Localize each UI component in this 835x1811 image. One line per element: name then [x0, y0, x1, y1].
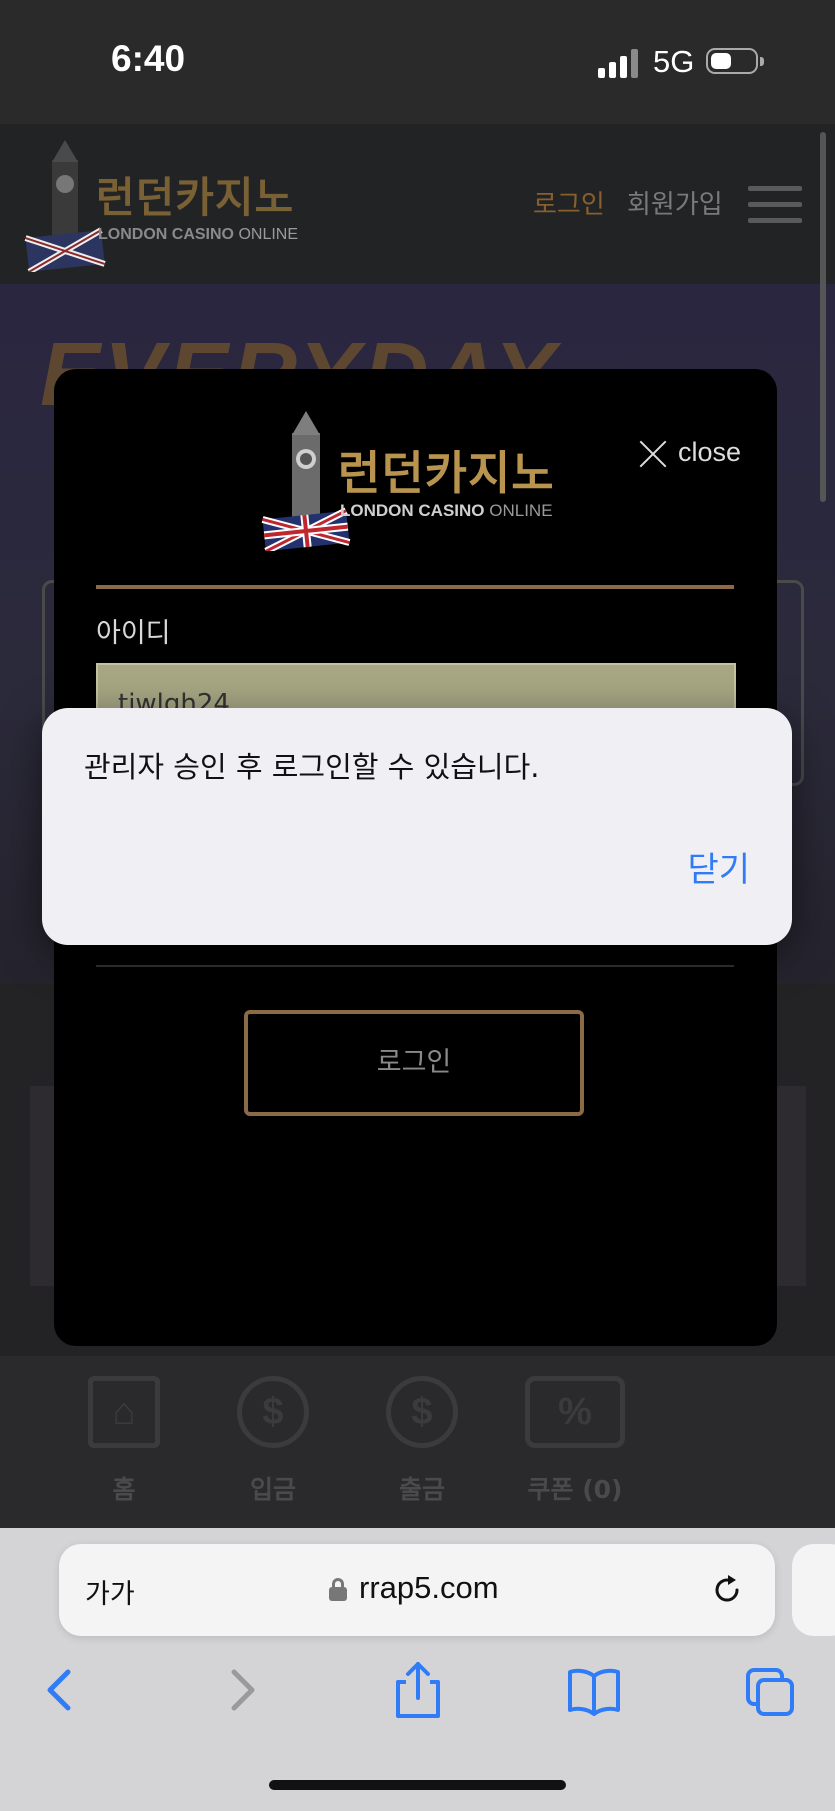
withdraw-icon: $	[386, 1376, 458, 1448]
lock-icon	[329, 1578, 347, 1601]
modal-logo-english-bold: LONDON CASINO	[340, 501, 485, 520]
alert-close-button[interactable]: 닫기	[687, 842, 750, 891]
bottom-nav-home[interactable]: ⌂ 홈	[64, 1376, 184, 1506]
site-logo-english-light: ONLINE	[238, 226, 299, 243]
address-domain[interactable]: rrap5.com	[359, 1570, 499, 1606]
header-signup-link[interactable]: 회원가입	[627, 184, 723, 221]
home-icon: ⌂	[88, 1376, 160, 1448]
bottom-nav-label: 입금	[249, 1475, 296, 1504]
next-tab-peek[interactable]	[792, 1544, 835, 1636]
coupon-icon: %	[525, 1376, 625, 1448]
address-bar[interactable]: 가가 rrap5.com	[59, 1544, 775, 1636]
alert-message: 관리자 승인 후 로그인할 수 있습니다.	[84, 750, 540, 784]
site-logo-english: LONDON CASINO ONLINE	[98, 226, 298, 244]
bottom-nav-withdraw[interactable]: $ 출금	[362, 1376, 482, 1506]
tabs-icon[interactable]	[744, 1660, 796, 1720]
status-bar: 6:40 5G	[0, 0, 835, 124]
status-time: 6:40	[111, 38, 186, 79]
form-divider	[96, 965, 734, 967]
id-label: 아이디	[96, 618, 171, 649]
deposit-icon: $	[237, 1376, 309, 1448]
modal-logo: 런던카지노 LONDON CASINO ONLINE	[258, 411, 578, 551]
home-indicator[interactable]	[269, 1780, 566, 1790]
modal-close-label: close	[678, 437, 742, 467]
bottom-nav-coupon[interactable]: % 쿠폰 (0)	[505, 1376, 645, 1506]
modal-logo-english: LONDON CASINO ONLINE	[340, 501, 553, 521]
modal-close-button[interactable]: close	[638, 435, 758, 475]
back-icon[interactable]	[42, 1660, 78, 1720]
reload-icon[interactable]	[711, 1574, 743, 1606]
modal-logo-english-light: ONLINE	[489, 501, 553, 520]
battery-icon	[706, 48, 764, 74]
forward-icon[interactable]	[224, 1660, 260, 1720]
close-icon	[638, 439, 668, 469]
bookmarks-icon[interactable]	[566, 1660, 622, 1720]
network-type: 5G	[653, 44, 695, 79]
site-header: 런던카지노 LONDON CASINO ONLINE 로그인 회원가입	[0, 124, 835, 284]
bottom-nav-deposit[interactable]: $ 입금	[213, 1376, 333, 1506]
text-size-button[interactable]: 가가	[85, 1572, 135, 1611]
browser-toolbar: 가가 rrap5.com	[0, 1528, 835, 1811]
login-button[interactable]: 로그인	[244, 1010, 584, 1116]
bottom-nav-label: 쿠폰 (0)	[527, 1475, 623, 1504]
site-logo-korean: 런던카지노	[96, 173, 295, 222]
share-icon[interactable]	[392, 1660, 444, 1720]
site-logo-english-bold: LONDON CASINO	[98, 226, 234, 243]
header-login-link[interactable]: 로그인	[533, 184, 605, 221]
site-logo[interactable]: 런던카지노 LONDON CASINO ONLINE	[22, 140, 322, 272]
menu-hamburger-icon[interactable]	[748, 186, 802, 224]
modal-divider	[96, 585, 734, 589]
page-scrollbar[interactable]	[820, 132, 826, 502]
bottom-nav-label: 홈	[112, 1475, 136, 1504]
alert-dialog: 관리자 승인 후 로그인할 수 있습니다. 닫기	[42, 708, 792, 945]
modal-logo-korean: 런던카지노	[338, 446, 555, 500]
bottom-navigation: ⌂ 홈 $ 입금 $ 출금 % 쿠폰 (0)	[0, 1356, 835, 1528]
bottom-nav-label: 출금	[398, 1475, 445, 1504]
cellular-signal-icon	[598, 48, 640, 78]
